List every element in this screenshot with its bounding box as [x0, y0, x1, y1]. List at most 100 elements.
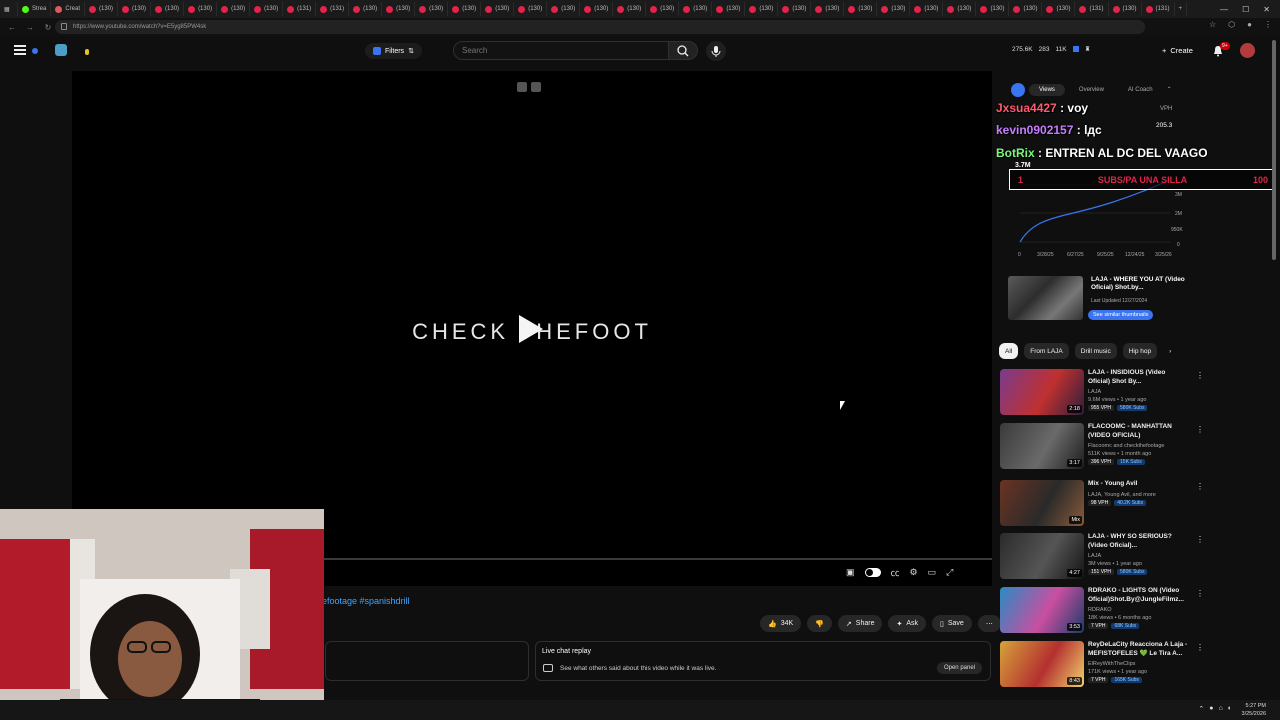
browser-tab[interactable]: (130): [613, 2, 647, 16]
browser-menu-icon[interactable]: ⋮: [1264, 20, 1272, 29]
video-thumbnail[interactable]: 3:53: [1000, 587, 1084, 633]
browser-tab[interactable]: (130): [349, 2, 383, 16]
dislike-button[interactable]: 👎: [807, 615, 832, 632]
video-title[interactable]: Mix - Young Avil: [1088, 480, 1188, 489]
browser-tab[interactable]: (130): [547, 2, 581, 16]
more-options-icon[interactable]: ⋮: [1196, 589, 1204, 598]
microphone-button[interactable]: [706, 41, 726, 61]
video-channel[interactable]: Flacoomc and checkthefootage: [1088, 443, 1164, 449]
maximize-icon[interactable]: ☐: [1242, 5, 1249, 14]
yellow-extension-icon[interactable]: [85, 49, 89, 55]
browser-tab[interactable]: (130): [646, 2, 680, 16]
video-thumbnail[interactable]: 3:17: [1000, 423, 1084, 469]
video-hashtags[interactable]: efootage #spanishdrill: [322, 596, 410, 606]
video-title[interactable]: FLACOOMC - MANHATTAN (VIDEO OFICIAL): [1088, 423, 1188, 440]
volume-icon[interactable]: ◐: [1228, 705, 1232, 713]
extension-icon[interactable]: [55, 44, 67, 56]
share-button[interactable]: ↗ Share: [837, 615, 883, 632]
back-icon[interactable]: ←: [6, 23, 18, 32]
browser-tab[interactable]: (130): [217, 2, 251, 16]
hamburger-menu-icon[interactable]: [14, 45, 26, 55]
browser-tab[interactable]: (130): [877, 2, 911, 16]
captions-icon[interactable]: ㏄: [891, 566, 900, 579]
play-icon[interactable]: [519, 315, 543, 343]
browser-tab[interactable]: (130): [514, 2, 548, 16]
recommended-video[interactable]: Mix Mix - Young Avil LAJA, Young Avil, and…: [1000, 480, 1204, 530]
chip-from-laja[interactable]: From LAJA: [1024, 343, 1069, 359]
save-button[interactable]: ▯ Save: [932, 615, 972, 632]
video-thumbnail[interactable]: 2:18: [1000, 369, 1084, 415]
browser-tab[interactable]: (130): [712, 2, 746, 16]
see-similar-thumbnails-button[interactable]: See similar thumbnails: [1088, 310, 1154, 320]
tab-views[interactable]: Views: [1029, 83, 1065, 96]
more-options-icon[interactable]: ⋮: [1196, 482, 1204, 491]
browser-tab[interactable]: (130): [250, 2, 284, 16]
browser-tab[interactable]: (131): [1075, 2, 1109, 16]
forward-icon[interactable]: →: [24, 23, 36, 32]
more-options-icon[interactable]: ⋮: [1196, 535, 1204, 544]
video-channel[interactable]: LAJA: [1088, 553, 1101, 559]
notes-icon[interactable]: [531, 82, 541, 92]
browser-tab[interactable]: (130): [943, 2, 977, 16]
video-title[interactable]: LAJA - INSIDIOUS (Video Oficial) Shot By…: [1088, 369, 1188, 386]
browser-tab[interactable]: (130): [85, 2, 119, 16]
tray-chevron-icon[interactable]: ⌃: [1198, 705, 1204, 713]
browser-tab[interactable]: (130): [415, 2, 449, 16]
new-tab-icon[interactable]: +: [1175, 2, 1188, 16]
tab-ai-coach[interactable]: AI Coach: [1118, 84, 1163, 96]
video-channel[interactable]: LAJA, Young Avil, and more: [1088, 492, 1156, 498]
ask-button[interactable]: ✦ Ask: [888, 615, 927, 632]
create-button[interactable]: + Create: [1156, 42, 1199, 59]
browser-tab[interactable]: Creat: [51, 2, 86, 16]
browser-tab[interactable]: (130): [778, 2, 812, 16]
browser-tab[interactable]: (130): [1042, 2, 1076, 16]
minimize-icon[interactable]: —: [1220, 5, 1228, 14]
chip-all[interactable]: All: [999, 343, 1019, 359]
url-field[interactable]: https://www.youtube.com/watch?v=E5yg85PW…: [55, 20, 1145, 34]
chip-drill-music[interactable]: Drill music: [1074, 343, 1117, 359]
more-options-icon[interactable]: ⋮: [1196, 643, 1204, 652]
search-button[interactable]: [668, 41, 698, 60]
scrollbar[interactable]: [1272, 40, 1276, 260]
profile-icon[interactable]: ●: [1247, 20, 1252, 29]
tab-grid-icon[interactable]: ▦: [0, 2, 18, 16]
browser-tab[interactable]: (131): [283, 2, 317, 16]
tray-app-icon[interactable]: ●: [1209, 705, 1213, 713]
recommended-video[interactable]: 3:17 FLACOOMC - MANHATTAN (VIDEO OFICIAL)…: [1000, 423, 1204, 473]
progress-bar[interactable]: [322, 558, 992, 560]
browser-tab[interactable]: (131): [316, 2, 350, 16]
reload-icon[interactable]: ↻: [42, 23, 54, 32]
more-options-icon[interactable]: ⋮: [1196, 425, 1204, 434]
browser-tab[interactable]: (130): [382, 2, 416, 16]
network-icon[interactable]: ⌂: [1219, 705, 1223, 713]
trophy-icon[interactable]: ♜: [1085, 45, 1091, 53]
browser-tab[interactable]: (130): [745, 2, 779, 16]
collapse-icon[interactable]: ⌃: [1167, 86, 1172, 93]
more-actions-button[interactable]: ⋯: [977, 615, 1001, 632]
filters-button[interactable]: Filters ⇅: [365, 43, 422, 59]
settings-gear-icon[interactable]: ⚙: [910, 567, 918, 578]
browser-tab[interactable]: Strea: [18, 2, 52, 16]
system-clock[interactable]: 5:27 PM 3/25/2026: [1242, 702, 1266, 718]
video-channel[interactable]: LAJA: [1088, 389, 1101, 395]
browser-tab[interactable]: (130): [580, 2, 614, 16]
vidiq-player-icon[interactable]: ▣: [846, 567, 855, 578]
extensions-icon[interactable]: ⬡: [1228, 20, 1235, 29]
browser-tab[interactable]: (130): [184, 2, 218, 16]
recommended-video[interactable]: 4:27 LAJA - WHY SO SERIOUS? (Video Oficia…: [1000, 533, 1204, 583]
vidiq-stat-icon[interactable]: [1072, 46, 1079, 52]
browser-tab[interactable]: (130): [448, 2, 482, 16]
video-title[interactable]: RDRAKO - LIGHTS ON (Video Oficial)Shot.B…: [1088, 587, 1188, 604]
browser-tab[interactable]: (130): [1009, 2, 1043, 16]
recommended-video[interactable]: 8:43 ReyDeLaCity Reacciona A Laja - MEFIS…: [1000, 641, 1204, 691]
browser-tab[interactable]: (130): [679, 2, 713, 16]
open-panel-button[interactable]: Open panel: [936, 662, 982, 674]
screenshot-icon[interactable]: [517, 82, 527, 92]
browser-tab[interactable]: (130): [118, 2, 152, 16]
description-box[interactable]: [325, 641, 529, 681]
fullscreen-icon[interactable]: ⤢: [946, 567, 953, 578]
browser-tab[interactable]: (130): [151, 2, 185, 16]
close-icon[interactable]: ✕: [1263, 5, 1270, 14]
miniplayer-icon[interactable]: ▭: [928, 567, 937, 578]
chip-hip-hop[interactable]: Hip hop: [1122, 343, 1158, 359]
